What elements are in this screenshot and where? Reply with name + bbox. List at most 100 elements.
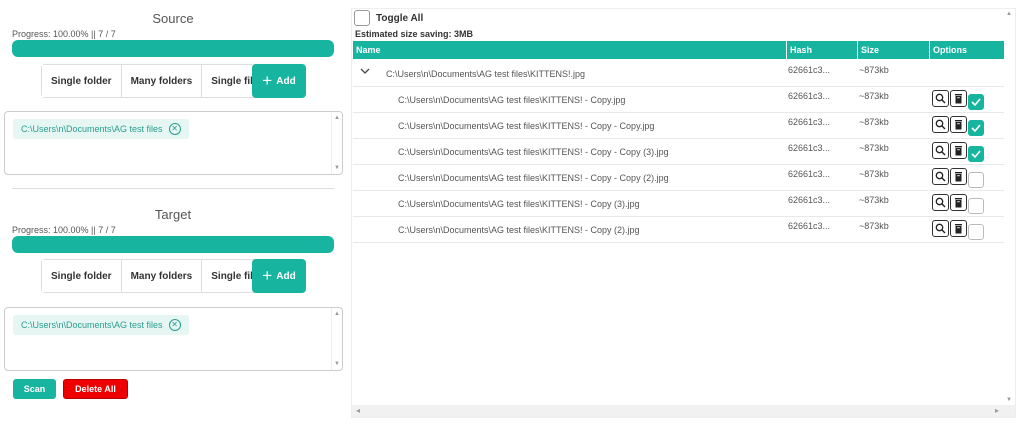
check-icon <box>971 124 981 133</box>
source-list-scrollbar[interactable]: ▲ ▼ <box>331 112 342 174</box>
check-icon <box>971 98 981 107</box>
row-select-checkbox[interactable] <box>968 172 984 188</box>
row-hash: 62661c3... <box>788 143 831 153</box>
table-row: C:\Users\n\Documents\AG test files\KITTE… <box>353 217 1004 243</box>
target-folder-path: C:\Users\n\Documents\AG test files <box>21 320 163 330</box>
trash-icon[interactable] <box>950 220 967 237</box>
plus-icon: + <box>262 265 273 285</box>
target-list-scrollbar[interactable]: ▲ ▼ <box>331 308 342 370</box>
row-size: ~873kb <box>859 143 889 153</box>
group-hash: 62661c3... <box>788 65 831 75</box>
results-horizontal-scrollbar[interactable]: ◂ ▸ <box>352 405 1015 417</box>
scroll-down-arrow-icon[interactable]: ▼ <box>334 165 340 171</box>
target-title: Target <box>154 207 192 222</box>
row-options <box>932 90 984 110</box>
estimated-saving: Estimated size saving: 3MB <box>355 29 474 39</box>
magnifier-icon[interactable] <box>932 142 949 159</box>
magnifier-icon[interactable] <box>932 116 949 133</box>
col-name-header[interactable]: Name <box>356 45 381 55</box>
trash-icon[interactable] <box>950 116 967 133</box>
toggle-all-checkbox[interactable] <box>354 10 370 26</box>
row-name: C:\Users\n\Documents\AG test files\KITTE… <box>398 199 640 209</box>
row-select-checkbox[interactable] <box>968 120 984 136</box>
row-options <box>932 220 984 240</box>
source-mode-selector: Single folder Many folders Single file <box>41 64 269 98</box>
trash-icon[interactable] <box>950 168 967 185</box>
magnifier-icon[interactable] <box>932 90 949 107</box>
row-options <box>932 142 984 162</box>
target-progress-label: Progress: 100.00% || 7 / 7 <box>12 225 116 235</box>
scroll-down-arrow-icon[interactable]: ▼ <box>1006 397 1012 403</box>
group-row[interactable]: C:\Users\n\Documents\AG test files\KITTE… <box>353 61 1004 87</box>
target-folder-chip: C:\Users\n\Documents\AG test files ✕ <box>13 315 189 335</box>
row-select-checkbox[interactable] <box>968 94 984 110</box>
row-select-checkbox[interactable] <box>968 198 984 214</box>
row-size: ~873kb <box>859 91 889 101</box>
toggle-all-label: Toggle All <box>376 12 424 24</box>
source-progress-fill <box>12 40 334 57</box>
row-select-checkbox[interactable] <box>968 224 984 240</box>
scroll-up-arrow-icon[interactable]: ▲ <box>1006 11 1012 17</box>
magnifier-icon[interactable] <box>932 220 949 237</box>
scroll-up-arrow-icon[interactable]: ▲ <box>334 115 340 121</box>
source-mode-single-folder[interactable]: Single folder <box>41 64 122 98</box>
table-row: C:\Users\n\Documents\AG test files\KITTE… <box>353 87 1004 113</box>
toggle-all[interactable]: Toggle All <box>354 10 423 26</box>
row-name: C:\Users\n\Documents\AG test files\KITTE… <box>398 95 626 105</box>
section-divider <box>12 188 334 189</box>
source-folder-list: C:\Users\n\Documents\AG test files ✕ ▲ ▼ <box>4 111 343 175</box>
row-options <box>932 194 984 214</box>
col-hash-header[interactable]: Hash <box>790 45 812 55</box>
delete-all-button[interactable]: Delete All <box>63 379 128 399</box>
check-icon <box>971 150 981 159</box>
results-vertical-scrollbar[interactable]: ▲ ▼ <box>1003 9 1015 405</box>
row-options <box>932 168 984 188</box>
target-mode-many-folders[interactable]: Many folders <box>121 259 203 293</box>
source-title: Source <box>152 11 194 26</box>
results-table-header: Name Hash Size Options <box>353 41 1004 59</box>
row-hash: 62661c3... <box>788 195 831 205</box>
row-hash: 62661c3... <box>788 221 831 231</box>
trash-icon[interactable] <box>950 194 967 211</box>
scroll-right-arrow-icon[interactable]: ▸ <box>995 406 999 415</box>
source-progress-label: Progress: 100.00% || 7 / 7 <box>12 29 116 39</box>
source-folder-chip: C:\Users\n\Documents\AG test files ✕ <box>13 119 189 139</box>
row-size: ~873kb <box>859 117 889 127</box>
row-hash: 62661c3... <box>788 117 831 127</box>
row-size: ~873kb <box>859 221 889 231</box>
group-size: ~873kb <box>859 65 889 75</box>
target-progress-bar <box>12 236 334 253</box>
col-size-header[interactable]: Size <box>861 45 879 55</box>
scroll-down-arrow-icon[interactable]: ▼ <box>334 361 340 367</box>
row-size: ~873kb <box>859 195 889 205</box>
row-name: C:\Users\n\Documents\AG test files\KITTE… <box>398 225 640 235</box>
row-select-checkbox[interactable] <box>968 146 984 162</box>
plus-icon: + <box>262 70 273 90</box>
magnifier-icon[interactable] <box>932 194 949 211</box>
target-mode-selector: Single folder Many folders Single file <box>41 259 269 293</box>
table-row: C:\Users\n\Documents\AG test files\KITTE… <box>353 165 1004 191</box>
magnifier-icon[interactable] <box>932 168 949 185</box>
trash-icon[interactable] <box>950 90 967 107</box>
target-add-label: Add <box>276 270 296 282</box>
source-progress-bar <box>12 40 334 57</box>
trash-icon[interactable] <box>950 142 967 159</box>
row-hash: 62661c3... <box>788 169 831 179</box>
row-size: ~873kb <box>859 169 889 179</box>
target-mode-single-folder[interactable]: Single folder <box>41 259 122 293</box>
scroll-up-arrow-icon[interactable]: ▲ <box>334 311 340 317</box>
scan-button[interactable]: Scan <box>13 379 56 399</box>
table-row: C:\Users\n\Documents\AG test files\KITTE… <box>353 139 1004 165</box>
source-mode-many-folders[interactable]: Many folders <box>121 64 203 98</box>
source-add-label: Add <box>276 75 296 87</box>
target-add-button[interactable]: + Add <box>252 259 306 293</box>
source-add-button[interactable]: + Add <box>252 64 306 98</box>
scroll-left-arrow-icon[interactable]: ◂ <box>356 406 360 415</box>
close-circle-icon[interactable]: ✕ <box>168 123 181 135</box>
group-name: C:\Users\n\Documents\AG test files\KITTE… <box>386 69 586 79</box>
close-circle-icon[interactable]: ✕ <box>168 319 181 331</box>
col-options-header[interactable]: Options <box>933 45 967 55</box>
row-options <box>932 116 984 136</box>
results-panel: Toggle All Estimated size saving: 3MB Na… <box>351 8 1016 418</box>
chevron-down-icon[interactable] <box>359 65 371 79</box>
